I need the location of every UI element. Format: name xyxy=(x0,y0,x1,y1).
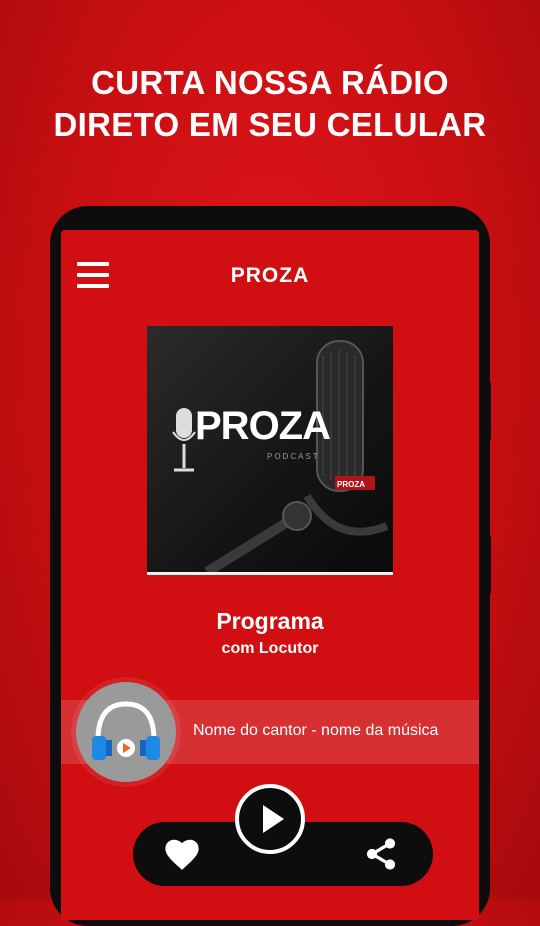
now-playing-text: Nome do cantor - nome da música xyxy=(193,722,439,739)
svg-text:PROZA: PROZA xyxy=(337,480,365,489)
play-icon xyxy=(263,805,284,833)
phone-frame: PROZA PROZA PROZA PODCAST Programa com L… xyxy=(50,206,491,926)
program-title: Programa xyxy=(216,608,324,634)
cover-art: PROZA PROZA PODCAST xyxy=(147,326,393,575)
heart-icon[interactable] xyxy=(163,836,201,872)
cover-logo-subtitle: PODCAST xyxy=(267,452,320,461)
phone-side-button xyxy=(486,382,491,440)
promo-line-2: DIRETO EM SEU CELULAR xyxy=(53,106,487,143)
promo-line-1: CURTA NOSSA RÁDIO xyxy=(91,64,449,101)
promo-headline: CURTA NOSSA RÁDIO DIRETO EM SEU CELULAR xyxy=(0,62,540,146)
cover-logo-text: PROZA xyxy=(195,404,331,448)
phone-side-button xyxy=(486,536,491,594)
share-icon[interactable] xyxy=(363,836,399,872)
headphones-icon xyxy=(92,701,160,760)
app-title: PROZA xyxy=(230,264,310,287)
station-avatar xyxy=(76,682,176,782)
play-button[interactable] xyxy=(235,784,305,854)
app-screen: PROZA PROZA PROZA PODCAST Programa com L… xyxy=(61,230,479,920)
program-host: com Locutor xyxy=(221,640,319,657)
